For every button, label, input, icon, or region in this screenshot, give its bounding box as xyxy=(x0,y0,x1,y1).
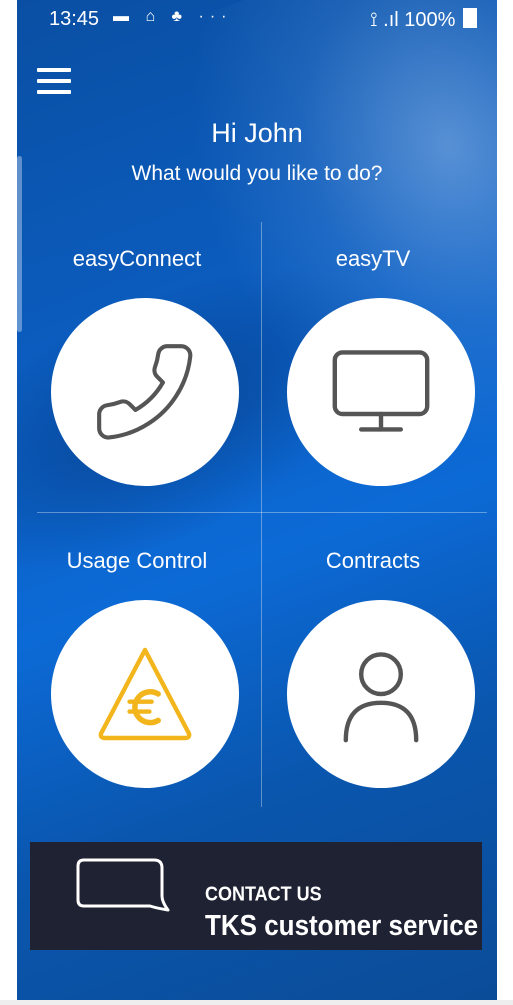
menu-button[interactable] xyxy=(37,68,71,96)
tile-circle[interactable] xyxy=(51,298,239,486)
battery-icon xyxy=(463,8,477,28)
tile-easytv[interactable]: easyTV xyxy=(253,246,493,526)
contact-us-label: CONTACT US xyxy=(205,882,322,905)
tile-easyconnect[interactable]: easyConnect xyxy=(17,246,257,526)
drawer-handle[interactable] xyxy=(17,156,22,332)
app-screen: 13:45 ▬ ⌂ ♣ ··· ⟟ .ıl 100% Hi John What … xyxy=(17,0,497,1000)
speech-bubble-icon xyxy=(76,858,170,912)
tile-circle[interactable] xyxy=(287,600,475,788)
tile-label: easyConnect xyxy=(72,246,202,271)
tv-icon xyxy=(332,350,430,432)
contact-us-banner[interactable]: CONTACT US TKS customer service xyxy=(30,842,482,950)
tile-label: Contracts xyxy=(325,548,421,573)
tile-usage-control[interactable]: Usage Control xyxy=(17,548,257,828)
tile-label: Usage Control xyxy=(66,548,208,573)
person-icon xyxy=(343,652,419,743)
euro-warning-icon xyxy=(98,647,192,741)
phone-icon xyxy=(97,344,193,440)
battery-percent: 100% xyxy=(404,9,456,31)
greeting-title: Hi John xyxy=(211,118,303,148)
tile-label: easyTV xyxy=(335,246,411,271)
customer-service-label: TKS customer service xyxy=(205,908,479,942)
status-right: ⟟ .ıl 100% xyxy=(370,8,477,32)
menu-icon xyxy=(37,68,71,72)
status-time: 13:45 xyxy=(49,8,100,30)
tile-circle[interactable] xyxy=(287,298,475,486)
greeting-subtitle: What would you like to do? xyxy=(131,162,383,185)
tile-circle[interactable] xyxy=(51,600,239,788)
signal-icon: ⟟ .ıl xyxy=(370,9,399,31)
bottom-strip xyxy=(0,1000,513,1005)
status-bar: 13:45 ▬ ⌂ ♣ ··· ⟟ .ıl 100% xyxy=(17,0,497,42)
notification-icons: ▬ ⌂ ♣ ··· xyxy=(113,8,233,25)
tile-contracts[interactable]: Contracts xyxy=(253,548,493,828)
